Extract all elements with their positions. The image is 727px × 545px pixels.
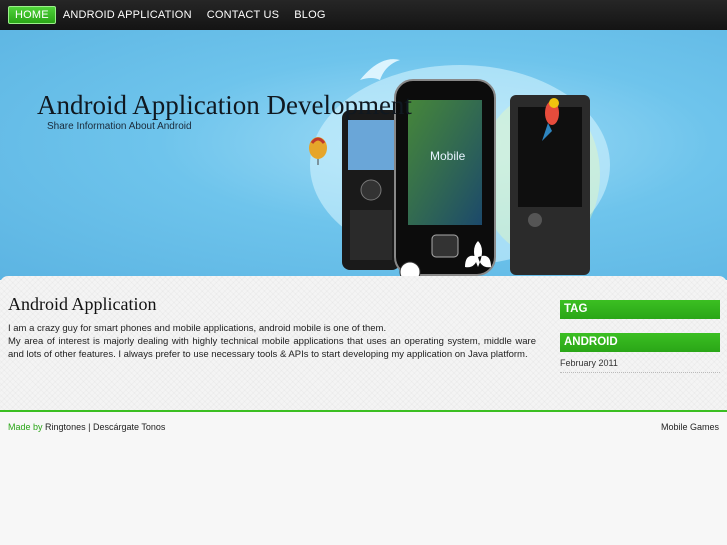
sidebar-android-heading: ANDROID [560, 333, 720, 352]
sidebar-archive-link[interactable]: February 2011 [560, 358, 720, 373]
footer-link-mobile-games[interactable]: Mobile Games [661, 422, 719, 432]
nav-contact-us[interactable]: CONTACT US [207, 9, 280, 21]
footer: Made by Ringtones | Descárgate Tonos Mob… [0, 410, 727, 436]
phone-screen-text: Mobile [430, 149, 466, 163]
sidebar-tag-heading: TAG [560, 300, 720, 319]
site-title[interactable]: Android Application Development [37, 90, 412, 121]
post-title: Android Application [8, 294, 157, 314]
site-tagline: Share Information About Android [47, 121, 192, 132]
post-body: I am a crazy guy for smart phones and mo… [8, 322, 536, 361]
phones-illustration: Mobile [309, 59, 610, 280]
nav-blog[interactable]: BLOG [294, 9, 325, 21]
footer-right: Mobile Games [661, 422, 719, 432]
nav-android-application[interactable]: ANDROID APPLICATION [63, 9, 192, 21]
footer-credits: Made by Ringtones | Descárgate Tonos [8, 422, 165, 432]
phone-left-icon [342, 110, 400, 270]
nav-home[interactable]: HOME [8, 6, 56, 24]
footer-separator: | [88, 422, 91, 432]
top-nav: HOME ANDROID APPLICATION CONTACT US BLOG [0, 0, 727, 30]
header-banner: Mobile Android Application Development S… [0, 30, 727, 280]
footer-made-by: Made by [8, 422, 43, 432]
post-paragraph: My area of interest is majorly dealing w… [8, 336, 536, 360]
post-paragraph: I am a crazy guy for smart phones and mo… [8, 323, 387, 334]
main-content: Android Application I am a crazy guy for… [0, 276, 727, 412]
footer-link-ringtones[interactable]: Ringtones [45, 422, 86, 432]
footer-link-descargate-tonos[interactable]: Descárgate Tonos [93, 422, 165, 432]
